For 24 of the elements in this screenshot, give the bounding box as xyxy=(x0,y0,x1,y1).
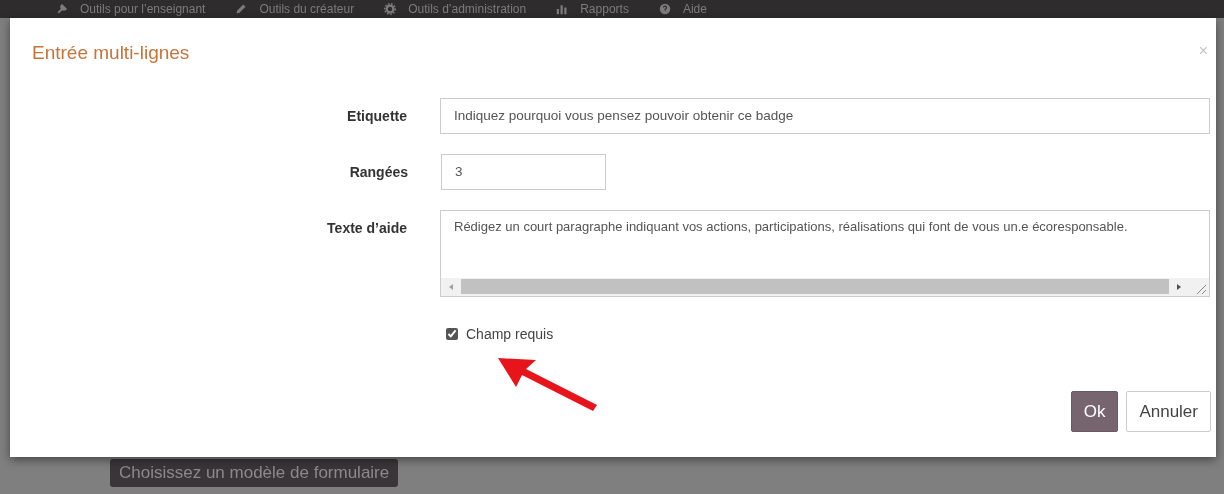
field-label: Rangées xyxy=(348,162,408,182)
checkbox-label: Champ requis xyxy=(466,324,554,344)
help-icon xyxy=(658,3,671,15)
cancel-button[interactable]: Annuler xyxy=(1126,391,1211,432)
menu-item[interactable]: Aide xyxy=(682,2,707,16)
input-field[interactable]: Indiquez pourquoi vous pensez pouvoir obtenir ce badge xyxy=(440,97,1210,134)
wrench-icon xyxy=(56,3,68,15)
menu-item[interactable]: Outils d’administration xyxy=(408,2,527,16)
template-button[interactable]: Choisissez un modèle de formulaire xyxy=(110,459,399,487)
menu-item[interactable]: Outils pour l’enseignant xyxy=(80,2,206,16)
menu-item[interactable]: Rapports xyxy=(580,2,629,16)
field-label: Etiquette xyxy=(346,106,407,126)
input-field[interactable]: 3 xyxy=(441,153,606,190)
pencil-icon xyxy=(235,3,248,15)
dialog-title: Entrée multi-lignes xyxy=(32,42,190,65)
scrollbar-thumb[interactable] xyxy=(461,279,1169,295)
close-button[interactable]: × xyxy=(1198,42,1208,60)
checkbox[interactable] xyxy=(446,328,458,341)
menu-item[interactable]: Outils du créateur xyxy=(259,2,355,16)
field-label: Texte d’aide xyxy=(326,218,407,238)
ok-button[interactable]: Ok xyxy=(1070,391,1119,432)
gear-icon xyxy=(384,3,397,15)
text-area[interactable]: Rédigez un court paragraphe indiquant vos actions, participations, réalisations qui font de vous un.e écoresponsable. xyxy=(440,209,1210,278)
bar-chart-icon xyxy=(556,3,569,15)
